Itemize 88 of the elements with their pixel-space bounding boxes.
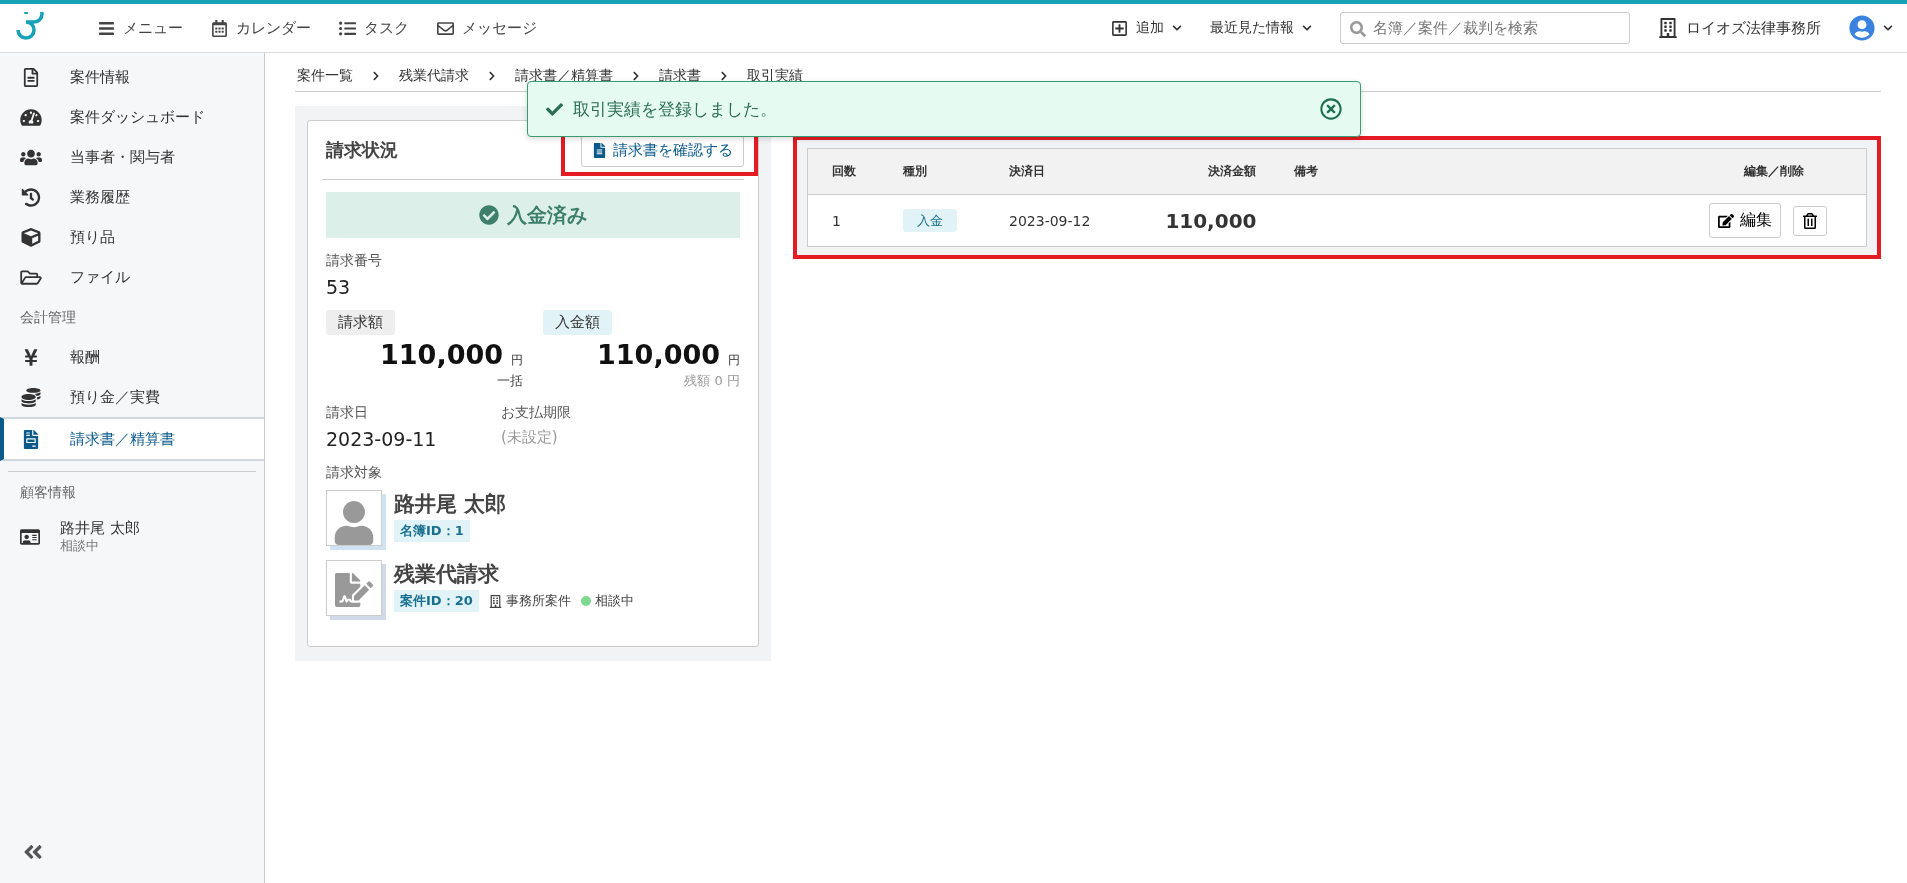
sidebar-item[interactable]: 報酬 [0,337,264,377]
column-header: 決済日 [985,148,1123,195]
amount-note: 一括 [496,372,523,390]
table-cell: 2023-09-12 [985,194,1123,247]
building-icon [1658,18,1678,38]
amount-tag: 入金額 [543,310,612,335]
edit-button[interactable]: 編集 [1709,203,1782,238]
caret-icon [1302,23,1312,33]
sidebar-item[interactable]: 業務履歴 [0,177,264,217]
section-label: 顧客情報 [8,471,256,512]
section-label: 会計管理 [19,308,77,327]
history-icon [20,187,42,207]
column-header: 決済金額 [1122,148,1271,195]
status-tag: 相談中 [580,592,634,610]
chevron-icon [487,71,497,81]
unit-text: 円 [511,353,523,367]
nav-link[interactable]: タスク [339,18,409,38]
status-text: 入金済み [507,201,587,229]
search-icon [1350,21,1366,37]
avatar-icon [1849,15,1875,41]
target-name[interactable]: 路井尾 太郎 [394,490,507,518]
sidebar-item[interactable]: 請求書／精算書 [0,417,264,461]
table-cell: 1 [807,194,880,247]
envelope-icon [437,19,454,37]
id-tag: 案件ID：20 [394,590,479,612]
sidebar-item[interactable]: ファイル [0,257,264,297]
amount-note: 残額 0 円 [683,372,740,390]
field-value: 53 [326,276,352,298]
folder-icon [20,267,42,287]
field-label: 請求日 [326,404,369,422]
list-icon [339,19,356,37]
calendar-icon [211,19,228,37]
check-icon [546,100,563,118]
caret-icon [1172,23,1182,33]
office-tag: 事務所案件 [488,592,571,610]
search-field[interactable]: 名簿／案件／裁判を検索 [1340,12,1630,44]
column-header: 種別 [879,148,985,195]
toast-message: 取引実績を登録しました。 [573,97,778,121]
field-label: お支払期限 [501,404,572,422]
client-link[interactable]: 路井尾 太郎 相談中 [0,512,264,563]
plus-icon [1111,19,1128,37]
column-header: 備考 [1270,148,1673,195]
coins-icon [20,387,42,407]
recent-button[interactable]: 最近見た情報 [1210,19,1312,37]
field-label: 請求対象 [326,464,383,482]
id-tag: 名簿ID：1 [394,520,470,542]
close-button[interactable] [1320,98,1342,120]
sidebar-item[interactable]: 当事者・関与者 [0,137,264,177]
account-button[interactable] [1849,15,1893,41]
column-header: 編集／削除 [1672,148,1867,195]
nav-link[interactable]: メッセージ [437,18,537,38]
column-header: 回数 [807,148,880,195]
breadcrumb-link[interactable]: 残業代請求 [399,67,469,85]
amount-value: 110,000 [597,339,720,370]
building-icon [488,594,502,608]
nav-link[interactable]: カレンダー [211,18,311,38]
amount-cell: 110,000 [1165,208,1257,233]
target-name[interactable]: 残業代請求 [394,560,634,588]
people-icon [20,147,42,167]
edit-icon [1718,212,1735,229]
chevron-icon [371,71,381,81]
amount-value: 110,000 [380,339,503,370]
caret-icon [1883,23,1893,33]
id-card-icon [20,527,40,548]
field-value: (未設定) [501,428,559,447]
chevron-icon [631,71,641,81]
unit-text: 円 [728,353,740,367]
breadcrumb-link[interactable]: 請求書 [659,67,701,85]
sidebar-item[interactable]: 案件ダッシュボード [0,97,264,137]
amount-tag: 請求額 [326,310,395,335]
sidebar-item[interactable]: 案件情報 [0,57,264,97]
trash-icon [1802,212,1819,229]
gauge-icon [20,107,42,127]
chevron-icon [719,71,729,81]
breadcrumb-link[interactable]: 案件一覧 [297,67,353,85]
menu-icon [98,19,115,37]
office-name[interactable]: ロイオズ法律事務所 [1658,18,1821,38]
nav-link[interactable]: メニュー [98,18,183,38]
card-title: 請求状況 [326,138,398,162]
sidebar-item[interactable]: 預り品 [0,217,264,257]
type-tag: 入金 [903,208,958,232]
document-icon [592,142,607,158]
field-label: 請求番号 [326,252,383,270]
add-button[interactable]: 追加 [1111,19,1182,37]
delete-button[interactable] [1793,205,1828,236]
cube-icon [20,227,42,247]
sidebar-item[interactable]: 預り金／実費 [0,377,264,417]
field-value: 2023-09-11 [326,428,438,450]
